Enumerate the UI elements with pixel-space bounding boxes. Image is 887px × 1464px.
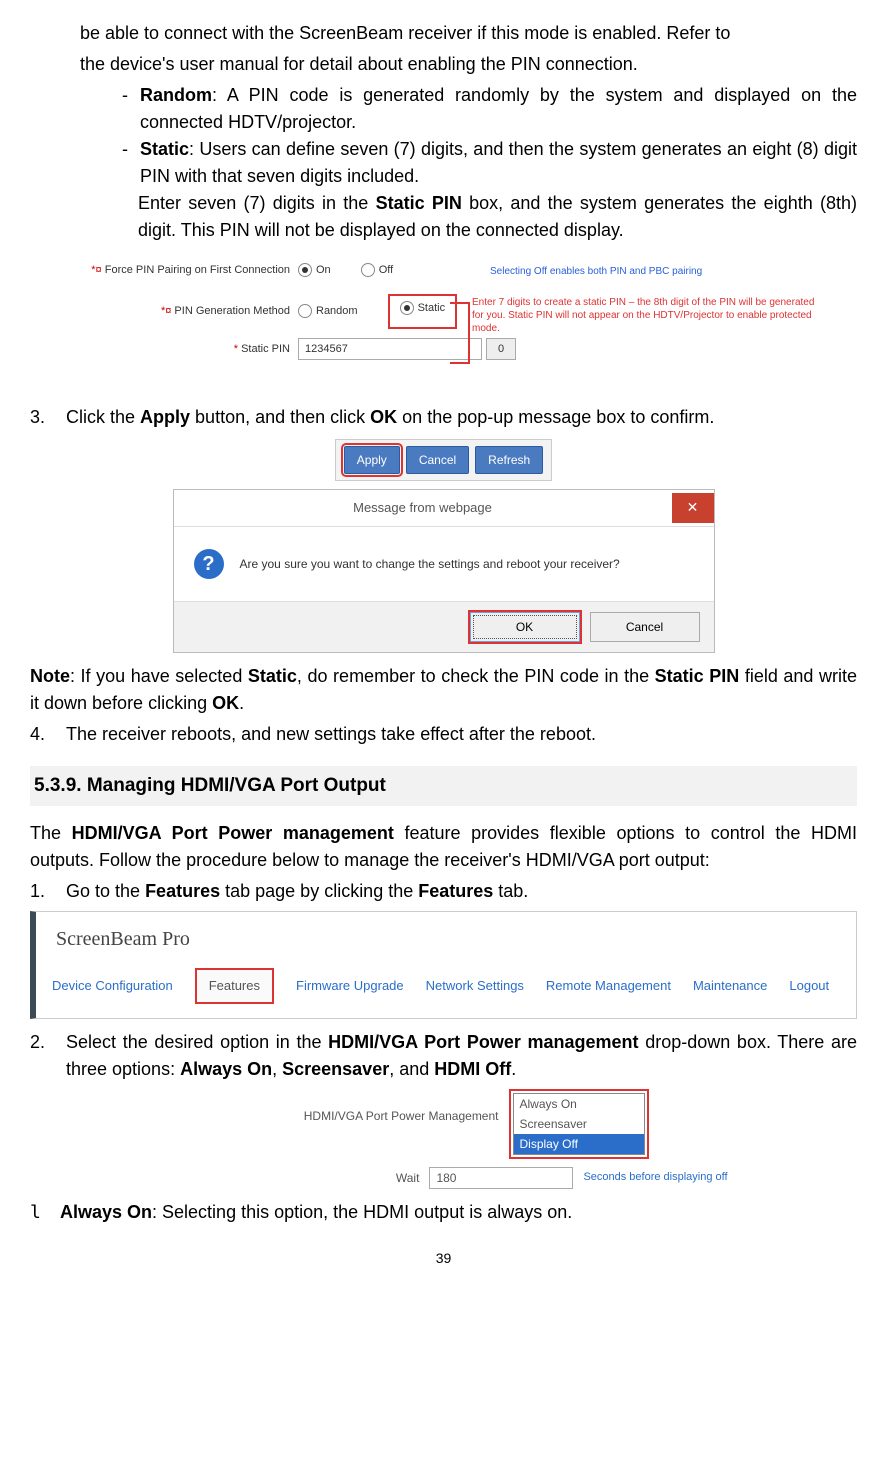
eighth-digit-box: 0: [486, 338, 516, 360]
dropdown-option-display-off[interactable]: Display Off: [514, 1134, 644, 1154]
step-4: 4. The receiver reboots, and new setting…: [30, 721, 857, 748]
bullet-random: - Random: A PIN code is generated random…: [110, 82, 857, 136]
msgbox-text: Are you sure you want to change the sett…: [240, 555, 620, 573]
question-icon: ?: [194, 549, 224, 579]
radio-dot-icon: [298, 263, 312, 277]
red-hint-text: Enter 7 digits to create a static PIN – …: [472, 296, 822, 335]
random-text: : A PIN code is generated randomly by th…: [140, 85, 857, 132]
step-3: 3. Click the Apply button, and then clic…: [30, 404, 857, 431]
tab-network[interactable]: Network Settings: [426, 976, 524, 996]
step-3-num: 3.: [30, 404, 66, 431]
port-step-2-text: Select the desired option in the HDMI/VG…: [66, 1029, 857, 1083]
static-text-1: : Users can define seven (7) digits, and…: [140, 139, 857, 186]
section-heading: 5.3.9. Managing HDMI/VGA Port Output: [30, 766, 857, 807]
page-number: 39: [30, 1248, 857, 1269]
radio-on[interactable]: On: [298, 262, 331, 279]
port-step-2: 2. Select the desired option in the HDMI…: [30, 1029, 857, 1083]
msg-cancel-button[interactable]: Cancel: [590, 612, 700, 642]
force-pin-label: *¤ Force PIN Pairing on First Connection: [30, 262, 298, 279]
pin-gen-label: *¤ PIN Generation Method: [30, 303, 298, 320]
bullet-glyph: l: [30, 1199, 60, 1226]
static-pin-box-label: Static PIN: [376, 193, 462, 213]
tab-firmware[interactable]: Firmware Upgrade: [296, 976, 404, 996]
port-power-figure: HDMI/VGA Port Power Management Always On…: [30, 1089, 857, 1189]
bullet-dash-2: -: [110, 136, 140, 190]
bullet-static-body: Static: Users can define seven (7) digit…: [140, 136, 857, 190]
port-power-dropdown[interactable]: Always On Screensaver Display Off: [509, 1089, 649, 1159]
bullet-dash: -: [110, 82, 140, 136]
static-highlight-box: Static: [388, 294, 458, 329]
blue-hint-1: Selecting Off enables both PIN and PBC p…: [490, 264, 702, 279]
radio-dot-icon: [298, 304, 312, 318]
wait-note: Seconds before displaying off: [583, 1169, 727, 1186]
intro-line-1: be able to connect with the ScreenBeam r…: [80, 20, 857, 47]
step-4-num: 4.: [30, 721, 66, 748]
close-icon[interactable]: ✕: [672, 493, 714, 523]
section-intro: The HDMI/VGA Port Power management featu…: [30, 820, 857, 874]
brand-title: ScreenBeam Pro: [56, 924, 840, 954]
static-text-2a: Enter seven (7) digits in the: [138, 193, 376, 213]
refresh-button[interactable]: Refresh: [475, 446, 543, 474]
tab-features[interactable]: Features: [195, 968, 274, 1004]
msgbox-title: Message from webpage: [174, 490, 672, 526]
radio-random[interactable]: Random: [298, 303, 358, 320]
step-3-text: Click the Apply button, and then click O…: [66, 404, 857, 431]
port-step-1-num: 1.: [30, 878, 66, 905]
radio-static[interactable]: Static: [400, 300, 446, 317]
note-paragraph: Note: If you have selected Static, do re…: [30, 663, 857, 717]
static-label: Static: [140, 139, 189, 159]
wait-label: Wait: [159, 1169, 419, 1187]
always-on-bullet: l Always On: Selecting this option, the …: [30, 1199, 857, 1226]
wait-input[interactable]: 180: [429, 1167, 573, 1189]
port-step-2-num: 2.: [30, 1029, 66, 1083]
tab-maintenance[interactable]: Maintenance: [693, 976, 767, 996]
port-power-label: HDMI/VGA Port Power Management: [239, 1089, 499, 1125]
radio-off[interactable]: Off: [361, 262, 393, 279]
static-pin-label: * Static PIN: [30, 341, 298, 358]
static-text-2: Enter seven (7) digits in the Static PIN…: [138, 190, 857, 244]
bullet-random-body: Random: A PIN code is generated randomly…: [140, 82, 857, 136]
always-on-text: Always On: Selecting this option, the HD…: [60, 1199, 572, 1226]
apply-button[interactable]: Apply: [344, 446, 400, 474]
tab-logout[interactable]: Logout: [789, 976, 829, 996]
tab-device-config[interactable]: Device Configuration: [52, 976, 173, 996]
tab-remote[interactable]: Remote Management: [546, 976, 671, 996]
message-box-figure: Message from webpage ✕ ? Are you sure yo…: [30, 489, 857, 653]
pin-settings-figure: *¤ Force PIN Pairing on First Connection…: [30, 252, 857, 392]
dropdown-option-screensaver[interactable]: Screensaver: [514, 1114, 644, 1134]
ok-button[interactable]: OK: [470, 612, 580, 642]
intro-line-2: the device's user manual for detail abou…: [80, 51, 857, 78]
port-step-1-text: Go to the Features tab page by clicking …: [66, 878, 857, 905]
dropdown-option-always-on[interactable]: Always On: [514, 1094, 644, 1114]
radio-dot-icon: [361, 263, 375, 277]
button-bar-figure: Apply Cancel Refresh: [30, 439, 857, 481]
random-label: Random: [140, 85, 212, 105]
step-4-text: The receiver reboots, and new settings t…: [66, 721, 857, 748]
cancel-button[interactable]: Cancel: [406, 446, 469, 474]
port-step-1: 1. Go to the Features tab page by clicki…: [30, 878, 857, 905]
red-bracket-icon: [450, 302, 470, 364]
tabs-figure: ScreenBeam Pro Device Configuration Feat…: [30, 911, 857, 1019]
radio-dot-icon: [400, 301, 414, 315]
bullet-static: - Static: Users can define seven (7) dig…: [110, 136, 857, 190]
